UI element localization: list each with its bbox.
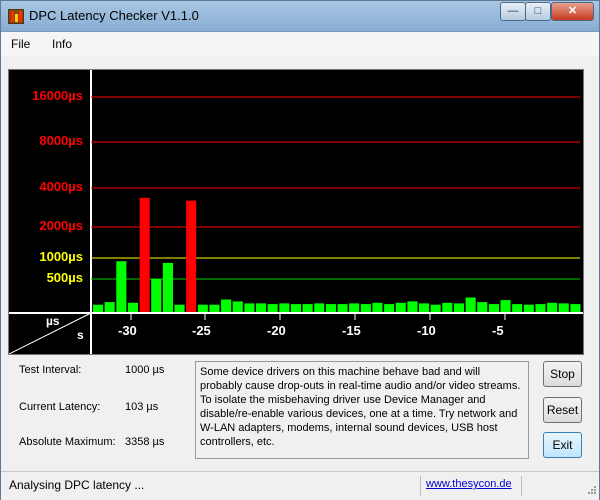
- status-separator: [521, 476, 522, 496]
- latency-bar: [360, 304, 371, 312]
- website-link[interactable]: www.thesycon.de: [426, 478, 512, 490]
- latency-bar: [523, 304, 534, 312]
- status-text: Analysing DPC latency ...: [9, 478, 145, 492]
- x-axis-tick-label: -10: [417, 323, 436, 338]
- y-axis-tick-label: 16000µs: [32, 88, 83, 103]
- latency-bar: [256, 303, 267, 312]
- y-axis-tick-label: 2000µs: [39, 218, 83, 233]
- resize-grip-icon[interactable]: [586, 484, 596, 494]
- menu-bar: File Info: [1, 32, 599, 56]
- y-axis-tick-label: 1000µs: [39, 249, 83, 264]
- latency-chart: 16000µs 8000µs 4000µs 2000µs 1000µs 500µs -30…: [8, 69, 584, 355]
- test-interval-label: Test Interval:: [19, 364, 82, 376]
- latency-bar: [453, 303, 464, 312]
- status-bar: Analysing DPC latency ... www.thesycon.d…: [1, 471, 599, 500]
- title-bar[interactable]: DPC Latency Checker V1.1.0 — □ ✕: [1, 1, 599, 32]
- exit-button[interactable]: Exit: [543, 432, 582, 458]
- latency-bar: [279, 303, 290, 312]
- latency-bar: [93, 304, 104, 312]
- latency-bar: [221, 299, 232, 312]
- current-latency-value: 103 µs: [125, 401, 159, 413]
- latency-bar: [512, 304, 523, 312]
- latency-bar: [116, 261, 127, 312]
- latency-bar: [197, 304, 208, 312]
- app-window: DPC Latency Checker V1.1.0 — □ ✕ File In…: [0, 0, 600, 500]
- x-axis-tick-label: -15: [342, 323, 361, 338]
- latency-bar: [442, 302, 453, 312]
- x-axis-tick-label: -20: [267, 323, 286, 338]
- latency-bar: [232, 301, 243, 312]
- latency-bar: [104, 302, 115, 312]
- x-axis-tick-label: -30: [118, 323, 137, 338]
- latency-bar: [372, 302, 383, 312]
- latency-bar: [151, 279, 162, 312]
- latency-bar: [162, 262, 173, 312]
- x-axis-tick-label: -5: [492, 323, 504, 338]
- y-axis-tick-label: 500µs: [46, 270, 83, 285]
- current-latency-label: Current Latency:: [19, 401, 101, 413]
- latency-chart-svg: [8, 70, 583, 355]
- latency-bar: [325, 304, 336, 312]
- minimize-button[interactable]: —: [500, 2, 526, 21]
- x-unit-label: s: [77, 328, 84, 342]
- menu-info[interactable]: Info: [52, 37, 72, 51]
- reset-button[interactable]: Reset: [543, 397, 582, 423]
- latency-bar: [139, 197, 150, 312]
- latency-bar: [419, 303, 430, 312]
- x-axis-tick-label: -25: [192, 323, 211, 338]
- latency-bar: [535, 304, 546, 312]
- latency-bar: [547, 302, 558, 312]
- y-axis-tick-label: 8000µs: [39, 133, 83, 148]
- latency-bar: [395, 302, 406, 312]
- latency-bar: [290, 304, 301, 312]
- latency-bar: [209, 304, 220, 312]
- y-axis-tick-label: 4000µs: [39, 179, 83, 194]
- latency-bar: [558, 303, 569, 312]
- app-bars-icon: [8, 9, 24, 24]
- y-unit-label: µs: [46, 314, 60, 328]
- latency-bar: [174, 304, 185, 312]
- latency-bar: [337, 304, 348, 312]
- maximize-button[interactable]: □: [525, 2, 551, 21]
- window-title: DPC Latency Checker V1.1.0: [29, 8, 199, 23]
- stop-button[interactable]: Stop: [543, 361, 582, 387]
- latency-bar: [570, 304, 581, 312]
- latency-bar: [127, 302, 138, 312]
- latency-bar: [407, 301, 418, 312]
- latency-bar: [430, 304, 441, 312]
- test-interval-value: 1000 µs: [125, 364, 165, 376]
- status-separator: [420, 476, 421, 496]
- latency-bar: [302, 304, 313, 312]
- latency-bar: [349, 303, 360, 312]
- latency-bar: [186, 200, 197, 312]
- absolute-maximum-label: Absolute Maximum:: [19, 436, 116, 448]
- latency-bar: [314, 303, 325, 312]
- latency-bar: [477, 302, 488, 312]
- absolute-maximum-value: 3358 µs: [125, 436, 165, 448]
- close-button[interactable]: ✕: [551, 2, 594, 21]
- latency-bar: [488, 304, 499, 312]
- latency-bar: [500, 300, 511, 312]
- diagnostic-message: Some device drivers on this machine beha…: [195, 361, 529, 459]
- latency-bar: [267, 304, 278, 312]
- latency-bar: [384, 304, 395, 312]
- latency-bar: [244, 303, 255, 312]
- latency-bar: [465, 297, 476, 312]
- menu-file[interactable]: File: [11, 37, 30, 51]
